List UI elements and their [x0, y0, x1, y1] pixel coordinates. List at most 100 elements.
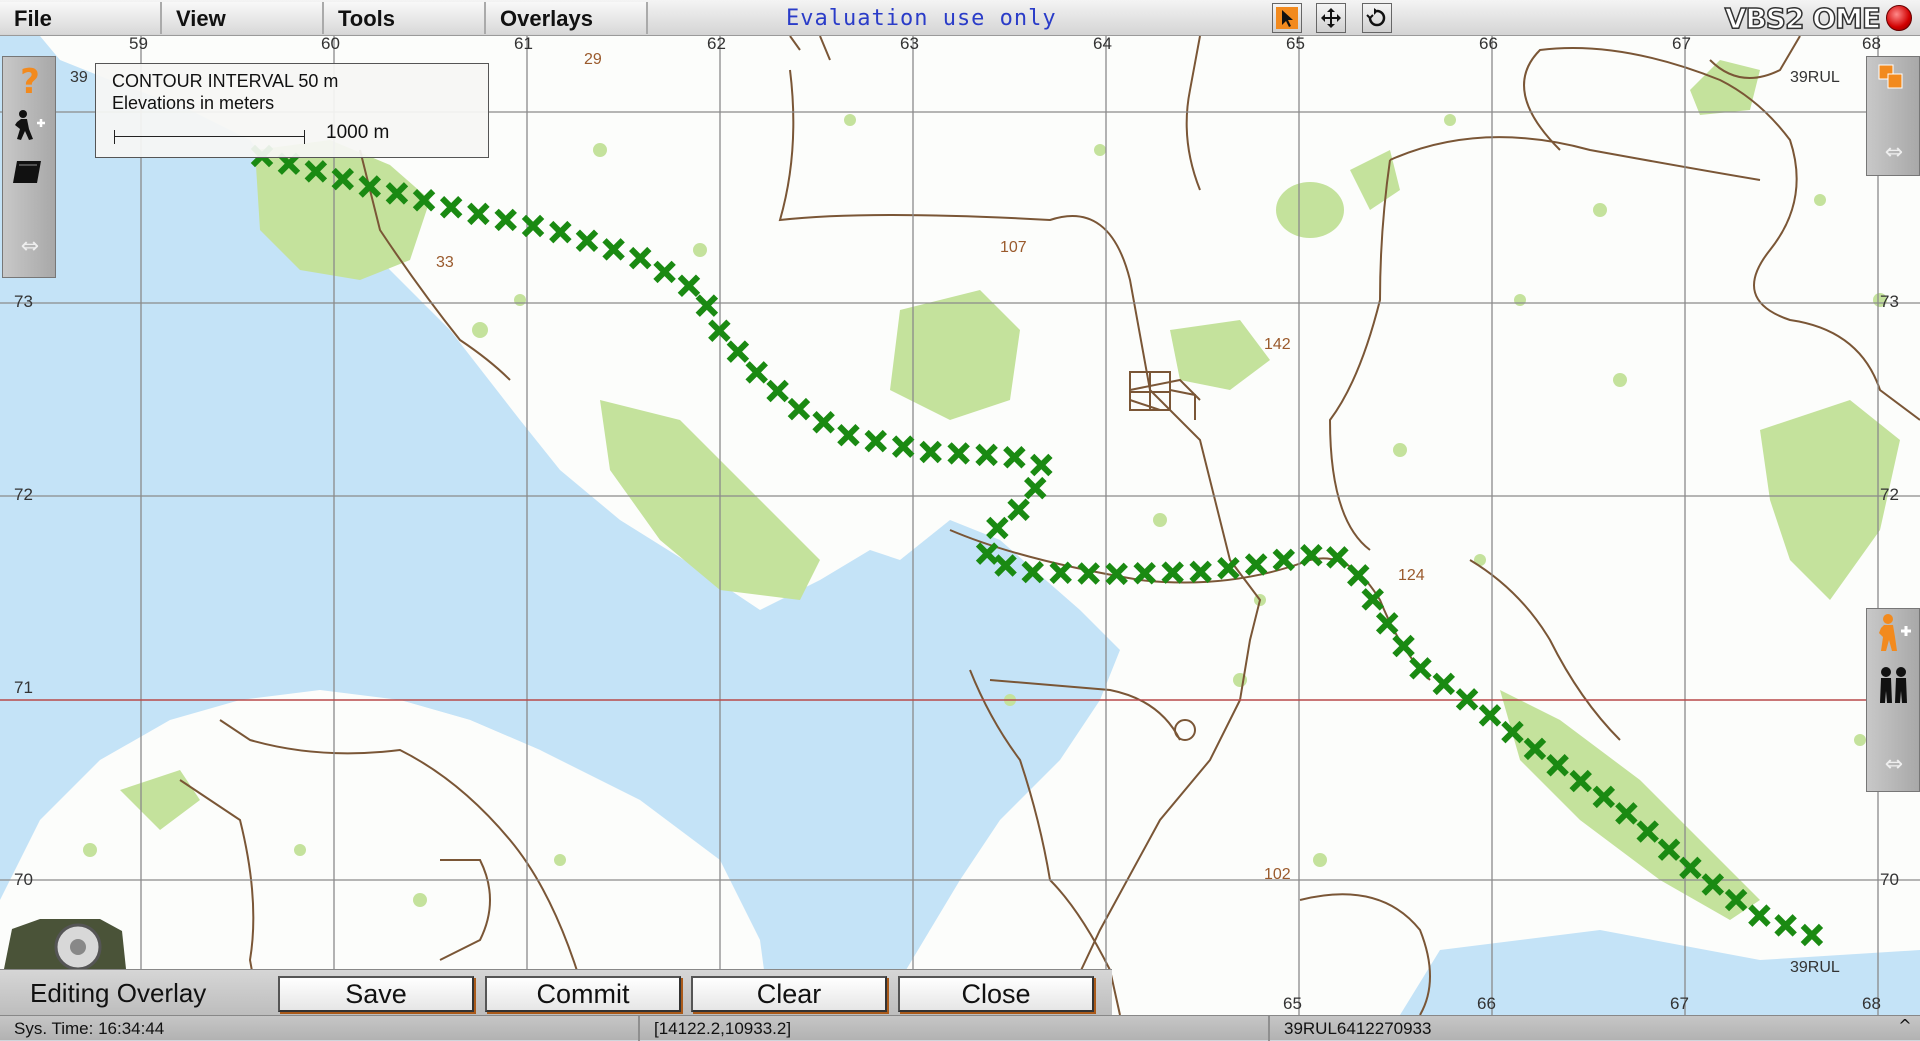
grid-label-top-59: 59 — [129, 36, 148, 53]
elevation-label: 102 — [1264, 866, 1291, 883]
route-marker — [726, 340, 750, 363]
grid-label-bottom-65: 65 — [1283, 994, 1302, 1013]
grid-label-top-65: 65 — [1286, 36, 1305, 53]
grid-label-row-72-right: 72 — [1880, 485, 1899, 504]
right-panel-bottom-collapse[interactable]: ⇔ — [1875, 745, 1913, 783]
route-marker — [1049, 561, 1072, 585]
group-icon — [1880, 667, 1907, 703]
expand-status-icon[interactable]: ^ — [1890, 1016, 1920, 1041]
elevation-label: 142 — [1264, 336, 1291, 353]
close-button[interactable]: Close — [898, 976, 1094, 1012]
route-marker — [1392, 634, 1415, 658]
route-marker — [1030, 453, 1053, 477]
overlay-layer-icon — [13, 161, 41, 183]
route-marker — [653, 260, 676, 284]
scale-label: 1000 m — [326, 122, 390, 143]
route-marker — [1478, 704, 1502, 727]
route-marker — [439, 195, 463, 219]
route-marker — [1105, 562, 1128, 586]
add-soldier-button[interactable] — [1875, 613, 1913, 651]
evaluation-notice: Evaluation use only — [786, 6, 1057, 31]
brand-text: VBS2 OME — [1724, 1, 1882, 36]
legend-title: CONTOUR INTERVAL 50 m — [112, 71, 339, 91]
grid-label-row-73-left: 73 — [14, 292, 33, 311]
grid-label-bottom-67: 67 — [1670, 994, 1689, 1013]
route-marker — [1023, 476, 1047, 500]
map-canvas[interactable]: 59 60 61 62 63 64 65 66 67 68 65 66 67 6… — [0, 36, 1920, 1015]
route-marker — [575, 229, 599, 253]
menu-bar: File View Tools Overlays Evaluation use … — [0, 0, 1920, 36]
route-marker — [677, 274, 701, 297]
route-marker — [1347, 564, 1370, 587]
rotate-tool-button[interactable] — [1362, 3, 1392, 33]
route-marker — [986, 516, 1009, 540]
route-marker — [864, 429, 887, 453]
commit-button[interactable]: Commit — [485, 976, 681, 1012]
route-marker — [975, 443, 998, 467]
cursor-icon — [1276, 7, 1298, 29]
route-marker — [1133, 561, 1156, 585]
grid-label-top-63: 63 — [900, 36, 919, 53]
move-arrows-icon — [1321, 8, 1341, 28]
rotate-icon — [1366, 8, 1386, 27]
route-marker — [787, 397, 811, 421]
route-marker — [1189, 560, 1212, 584]
route-marker — [745, 361, 768, 384]
route-marker — [837, 423, 860, 447]
route-marker — [1432, 672, 1456, 696]
route-marker — [1409, 657, 1432, 680]
layers-button[interactable] — [1875, 61, 1913, 99]
grid-label-top-68: 68 — [1862, 36, 1881, 53]
map-legend: CONTOUR INTERVAL 50 m Elevations in mete… — [95, 63, 489, 158]
elevation-label: 33 — [436, 254, 454, 271]
menu-file[interactable]: File — [0, 2, 162, 34]
save-button[interactable]: Save — [278, 976, 474, 1012]
pan-tool-button[interactable] — [1316, 3, 1346, 33]
select-tool-button[interactable] — [1272, 3, 1302, 33]
right-panel-top-collapse[interactable]: ⇔ — [1875, 133, 1913, 171]
grid-label-bottom-66: 66 — [1477, 994, 1496, 1013]
edit-mode-label: Editing Overlay — [30, 978, 207, 1008]
vehicle-thumbnail[interactable] — [0, 911, 128, 971]
route-marker — [891, 435, 915, 458]
clear-button[interactable]: Clear — [691, 976, 887, 1012]
route-marker — [549, 220, 572, 244]
elevation-label: 124 — [1398, 567, 1425, 584]
scale-bar — [114, 130, 305, 144]
menu-overlays[interactable]: Overlays — [486, 2, 648, 34]
group-button[interactable] — [1875, 665, 1913, 703]
route-marker — [1077, 562, 1100, 585]
menu-view[interactable]: View — [162, 2, 324, 34]
route-marker — [1007, 498, 1030, 522]
overlay-layer-button[interactable] — [11, 157, 49, 195]
status-bar: Sys. Time: 16:34:44 [14122.2,10933.2] 39… — [0, 1015, 1920, 1041]
route-marker — [602, 238, 625, 261]
grid-label-top-60: 60 — [321, 36, 340, 53]
route-marker — [947, 442, 970, 465]
route-marker — [1272, 548, 1296, 572]
left-tool-panel: ? ⇔ — [2, 56, 56, 278]
grid-label-row-73-right: 73 — [1880, 292, 1899, 311]
right-tool-panel-bottom: ⇔ — [1866, 608, 1920, 792]
route-marker — [1774, 914, 1797, 937]
route-marker — [919, 440, 942, 464]
route-marker — [467, 202, 490, 226]
elevation-label: 107 — [1000, 239, 1027, 256]
grid-label-top-67: 67 — [1672, 36, 1691, 53]
layers-icon — [1878, 64, 1903, 89]
right-tool-panel-top: ⇔ — [1866, 56, 1920, 176]
route-marker — [1800, 923, 1824, 947]
grid-label-bottom-68: 68 — [1862, 994, 1881, 1013]
status-light-icon — [1886, 5, 1912, 31]
grid-zone-label-topright: 39RUL — [1790, 69, 1840, 86]
menu-tools[interactable]: Tools — [324, 2, 486, 34]
help-icon: ? — [20, 62, 40, 102]
route-marker — [695, 294, 719, 317]
brand-logo: VBS2 OME — [1684, 1, 1912, 36]
route-marker — [494, 208, 517, 232]
add-unit-button[interactable] — [11, 109, 49, 147]
route-marker — [521, 214, 545, 238]
help-button[interactable]: ? — [11, 62, 49, 102]
left-panel-collapse[interactable]: ⇔ — [11, 227, 49, 265]
overlay-edit-bar: Editing Overlay Save Commit Clear Close — [0, 969, 1112, 1015]
